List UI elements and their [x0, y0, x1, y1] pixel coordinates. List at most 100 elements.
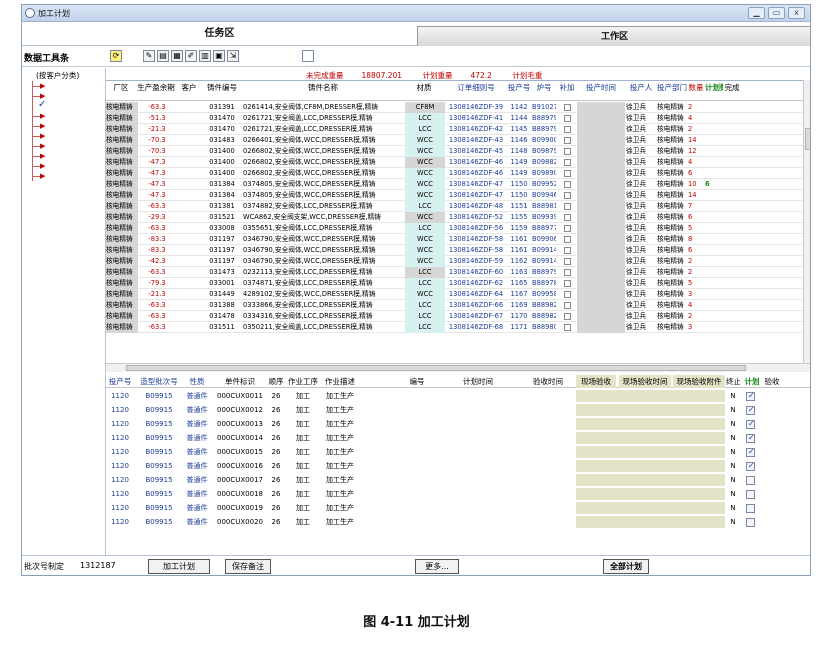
order-row[interactable]: 核电精铸 -63.3 031511 0350211,安全阀盖,LCC,DRESSER模… [106, 322, 810, 333]
supplement-checkbox[interactable] [563, 114, 571, 122]
site-acceptance-area[interactable] [576, 404, 725, 416]
order-row[interactable]: 核电精铸 -63.3 031381 0374882,安全阀体,LCC,DRESSER模… [106, 201, 810, 212]
order-row[interactable]: 核电精铸 -79.3 033001 0374871,安全阀体,LCC,DRESSER模… [106, 278, 810, 289]
refresh-icon[interactable]: ⟳ [110, 50, 122, 62]
process-col-header[interactable]: 作业工序 [288, 375, 318, 388]
supplement-checkbox[interactable] [563, 323, 571, 331]
site-acceptance-area[interactable] [576, 446, 725, 458]
all-plan-button[interactable]: 全部计划 [603, 559, 649, 574]
supplement-checkbox[interactable] [563, 290, 571, 298]
order-row[interactable]: 核电精铸 -63.3 031388 0333866,安全阀体,LCC,DRESSER模… [106, 300, 810, 311]
process-col-header[interactable]: 验收时间 [522, 375, 574, 388]
site-acceptance-area[interactable] [576, 474, 725, 486]
process-col-header[interactable]: 造型批次号 [138, 375, 180, 388]
supplement-checkbox[interactable] [563, 235, 571, 243]
plan-checkbox[interactable]: ✓ [746, 461, 755, 471]
order-col-header[interactable]: 厂区 [106, 81, 136, 101]
tree-node-3[interactable]: ✓ [32, 99, 46, 111]
tree-node-8[interactable]: ▶ [32, 151, 46, 161]
process-col-header[interactable]: 现场验收时间 [619, 375, 671, 388]
order-col-header[interactable]: 投产号 [507, 81, 531, 101]
supplement-checkbox[interactable] [563, 257, 571, 265]
site-acceptance-area[interactable] [576, 390, 725, 402]
supplement-checkbox[interactable] [563, 268, 571, 276]
site-acceptance-area[interactable] [576, 418, 725, 430]
order-row[interactable]: 核电精铸 -42.3 031197 0346790,安全阀体,WCC,DRESSER模… [106, 256, 810, 267]
supplement-checkbox[interactable] [563, 136, 571, 144]
save-notes-button[interactable]: 保存备注 [225, 559, 271, 574]
process-col-header[interactable]: 作业描述 [322, 375, 358, 388]
supplement-checkbox[interactable] [563, 224, 571, 232]
site-acceptance-area[interactable] [576, 516, 725, 528]
supplement-checkbox[interactable] [563, 191, 571, 199]
supplement-checkbox[interactable] [563, 158, 571, 166]
edit-icon[interactable]: ✎ [143, 50, 155, 62]
order-col-header[interactable]: 铸件名称 [243, 81, 403, 101]
plan-checkbox[interactable]: ✓ [746, 405, 755, 415]
process-col-header[interactable]: 终止 [726, 375, 740, 388]
site-acceptance-area[interactable] [576, 460, 725, 472]
plan-checkbox[interactable]: ✓ [746, 447, 755, 457]
process-col-header[interactable]: 单件标识 [216, 375, 264, 388]
processing-plan-button[interactable]: 加工计划 [148, 559, 210, 574]
tree-node-4[interactable]: ▶ [32, 111, 46, 121]
process-row[interactable]: 1120 B09915 普通件 000CUX0017 26 加工 加工生产 N [106, 474, 810, 486]
tree-node-10[interactable]: ▶ [32, 171, 46, 181]
process-row[interactable]: 1120 B09915 普通件 000CUX0011 26 加工 加工生产 N ✓ [106, 390, 810, 402]
supplement-checkbox[interactable] [563, 213, 571, 221]
supplement-checkbox[interactable] [563, 246, 571, 254]
tab-work-area[interactable]: 工作区 [417, 26, 810, 46]
supplement-checkbox[interactable] [563, 202, 571, 210]
order-col-header[interactable]: 计划数 [705, 81, 723, 101]
supplement-checkbox[interactable] [563, 169, 571, 177]
order-col-header[interactable]: 投产时间 [577, 81, 625, 101]
order-row[interactable]: 核电精铸 -83.3 031197 0346790,安全阀体,WCC,DRESSER模… [106, 234, 810, 245]
supplement-checkbox[interactable] [563, 279, 571, 287]
order-col-header[interactable]: 补加 [558, 81, 576, 101]
site-acceptance-area[interactable] [576, 432, 725, 444]
order-row[interactable]: 核电精铸 -21.3 031449 4289102,安全阀体,WCC,DRESSER模… [106, 289, 810, 300]
order-row[interactable]: 核电精铸 -70.3 031400 0266802,安全阀体,WCC,DRESSER模… [106, 146, 810, 157]
process-col-header[interactable]: 性质 [184, 375, 210, 388]
restore-icon[interactable]: ▭ [768, 7, 785, 19]
supplement-checkbox[interactable] [563, 180, 571, 188]
process-col-header[interactable]: 编号 [402, 375, 432, 388]
order-row[interactable]: 核电精铸 -29.3 031521 WCA862,安全阀支架,WCC,DRESSER模… [106, 212, 810, 223]
tree-node-6[interactable]: ▶ [32, 131, 46, 141]
order-col-header[interactable]: 投产人 [626, 81, 656, 101]
supplement-checkbox[interactable] [563, 125, 571, 133]
order-row[interactable]: 核电精铸 -21.3 031470 0261721,安全阀盖,LCC,DRESSER模… [106, 124, 810, 135]
plan-checkbox[interactable]: ✓ [746, 391, 755, 401]
order-row[interactable]: 核电精铸 -83.3 031197 0346790,安全阀体,WCC,DRESSER模… [106, 245, 810, 256]
chart-icon[interactable]: ▤ [157, 50, 169, 62]
order-row[interactable]: 核电精铸 -63.3 031478 0334316,安全阀体,LCC,DRESSER模… [106, 311, 810, 322]
print-icon[interactable]: ▦ [171, 50, 183, 62]
order-row[interactable]: 核电精铸 -47.3 031400 0266802,安全阀体,WCC,DRESSER模… [106, 157, 810, 168]
batch-value[interactable]: 1312187 [80, 561, 116, 570]
supplement-checkbox[interactable] [563, 147, 571, 155]
process-col-header[interactable]: 计划时间 [452, 375, 504, 388]
order-col-header[interactable]: 炉号 [532, 81, 556, 101]
process-col-header[interactable]: 顺序 [268, 375, 284, 388]
order-col-header[interactable]: 材质 [405, 81, 443, 101]
export-icon[interactable]: ⇲ [227, 50, 239, 62]
supplement-checkbox[interactable] [563, 301, 571, 309]
plan-checkbox[interactable]: ✓ [746, 433, 755, 443]
order-row[interactable]: 核电精铸 -63.3 033008 0355651,安全阀体,LCC,DRESSER模… [106, 223, 810, 234]
plan-checkbox[interactable] [746, 489, 755, 499]
order-row[interactable]: 核电精铸 -47.3 031384 0374805,安全阀体,WCC,DRESSER模… [106, 190, 810, 201]
process-col-header[interactable]: 计划 [744, 375, 760, 388]
process-row[interactable]: 1120 B09915 普通件 000CUX0019 26 加工 加工生产 N [106, 502, 810, 514]
tree-node-1[interactable]: ▶ [32, 81, 46, 91]
plan-checkbox[interactable] [746, 517, 755, 527]
site-acceptance-area[interactable] [576, 488, 725, 500]
order-col-header[interactable]: 数量 [688, 81, 704, 101]
site-acceptance-area[interactable] [576, 502, 725, 514]
order-col-header[interactable]: 投产部门 [657, 81, 687, 101]
order-col-header[interactable]: 铸件编号 [203, 81, 241, 101]
bar-chart-icon[interactable]: ▥ [199, 50, 211, 62]
order-row[interactable]: 核电精铸 -51.3 031470 0261721,安全阀盖,LCC,DRESSER模… [106, 113, 810, 124]
order-row[interactable]: 核电精铸 -70.3 031483 0266401,安全阀体,WCC,DRESSER模… [106, 135, 810, 146]
order-row[interactable]: 核电精铸 -63.3 031473 0232113,安全阀体,LCC,DRESSER模… [106, 267, 810, 278]
order-row[interactable]: 核电精铸 -47.3 031400 0266802,安全阀体,WCC,DRESSER模… [106, 168, 810, 179]
